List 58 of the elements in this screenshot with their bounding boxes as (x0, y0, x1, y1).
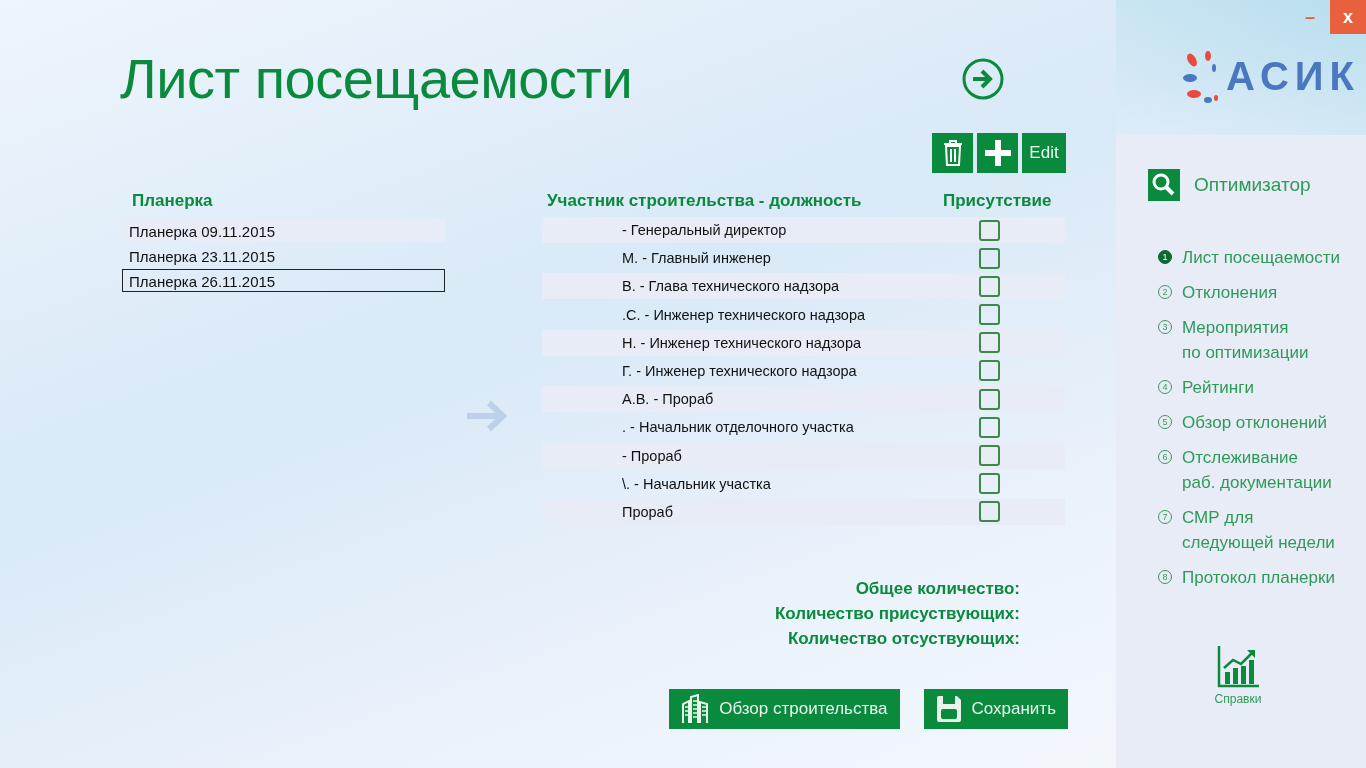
participant-cell-text: . - Начальник отделочного участка (621, 419, 855, 436)
attendance-checkbox[interactable] (979, 304, 1000, 326)
page-title: Лист посещаемости (120, 46, 634, 111)
column-header: Участник строительства - должность (546, 191, 863, 211)
attendance-checkbox[interactable] (979, 416, 1000, 438)
minimize-button[interactable]: – (1290, 0, 1330, 34)
participant-cell-text: В. - Глава технического надзора (621, 278, 841, 295)
save-button[interactable]: Сохранить (923, 689, 1068, 730)
bar-chart-icon[interactable] (1217, 646, 1259, 688)
meeting-item[interactable]: Планерка 09.11.2015 (122, 219, 445, 242)
total-label: Общее количество: (855, 579, 1020, 600)
trash-icon (942, 140, 963, 166)
participant-cell-text: Прораб (621, 503, 674, 520)
delete-button[interactable] (932, 133, 973, 173)
participant-cell-text: А.В. - Прораб (621, 391, 715, 408)
edit-button[interactable]: Edit (1022, 133, 1066, 173)
nav-item[interactable]: Отклонения (1182, 280, 1278, 305)
attendance-checkbox[interactable] (979, 473, 1000, 495)
step-number: 1 (1158, 250, 1172, 264)
reports-label[interactable]: Справки (1214, 692, 1262, 706)
attendance-checkbox[interactable] (979, 275, 1000, 297)
participant-cell-text: .С. - Инженер технического надзора (621, 306, 867, 323)
attendance-checkbox[interactable] (979, 388, 1000, 410)
search-icon (1148, 169, 1180, 201)
total-label: Количество отсуствующих: (787, 629, 1020, 650)
meeting-item[interactable]: Планерка 26.11.2015 (122, 269, 445, 292)
nav-item[interactable]: Отслеживание раб. документации (1182, 445, 1332, 495)
attendance-checkbox[interactable] (979, 247, 1000, 269)
arrow-right-icon (465, 399, 509, 433)
column-header: Присутствие (943, 191, 1053, 211)
participant-cell-text: - Генеральный директор (621, 222, 788, 238)
close-button[interactable]: x (1330, 0, 1366, 34)
attendance-checkbox[interactable] (979, 501, 1000, 523)
participant-cell-text: \. - Начальник участка (621, 475, 772, 492)
logo-text: АСИК (1226, 53, 1360, 99)
participant-cell-text: Н. - Инженер технического надзора (621, 334, 863, 351)
attendance-checkbox[interactable] (979, 332, 1000, 354)
nav-item[interactable]: Рейтинги (1182, 375, 1254, 400)
meeting-item[interactable]: Планерка 23.11.2015 (122, 244, 445, 267)
nav-item[interactable]: СМР для следующей недели (1182, 505, 1335, 555)
attendance-checkbox[interactable] (979, 445, 1000, 466)
participant-cell-text: Г. - Инженер технического надзора (621, 362, 858, 379)
nav-item[interactable]: Лист посещаемости (1182, 245, 1341, 270)
meetings-heading: Планерка (131, 190, 214, 212)
optimizer-label[interactable]: Оптимизатор (1194, 174, 1311, 196)
plus-icon (984, 140, 1011, 166)
participant-cell-text: - Прораб (621, 447, 683, 464)
arrow-right-circle-icon[interactable] (962, 57, 1004, 100)
nav-item[interactable]: Мероприятия по оптимизации (1182, 315, 1309, 365)
attendance-checkbox[interactable] (979, 360, 1000, 382)
participant-cell-text: М. - Главный инженер (621, 250, 772, 267)
nav-item[interactable]: Обзор отклонений (1182, 410, 1328, 435)
total-label: Количество присуствующих: (774, 604, 1020, 625)
attendance-checkbox[interactable] (979, 219, 1000, 241)
add-button[interactable] (977, 133, 1018, 173)
construction-overview-button[interactable]: Обзор строительства (669, 689, 900, 730)
nav-item[interactable]: Протокол планерки (1182, 565, 1335, 590)
buildings-icon (681, 694, 710, 725)
